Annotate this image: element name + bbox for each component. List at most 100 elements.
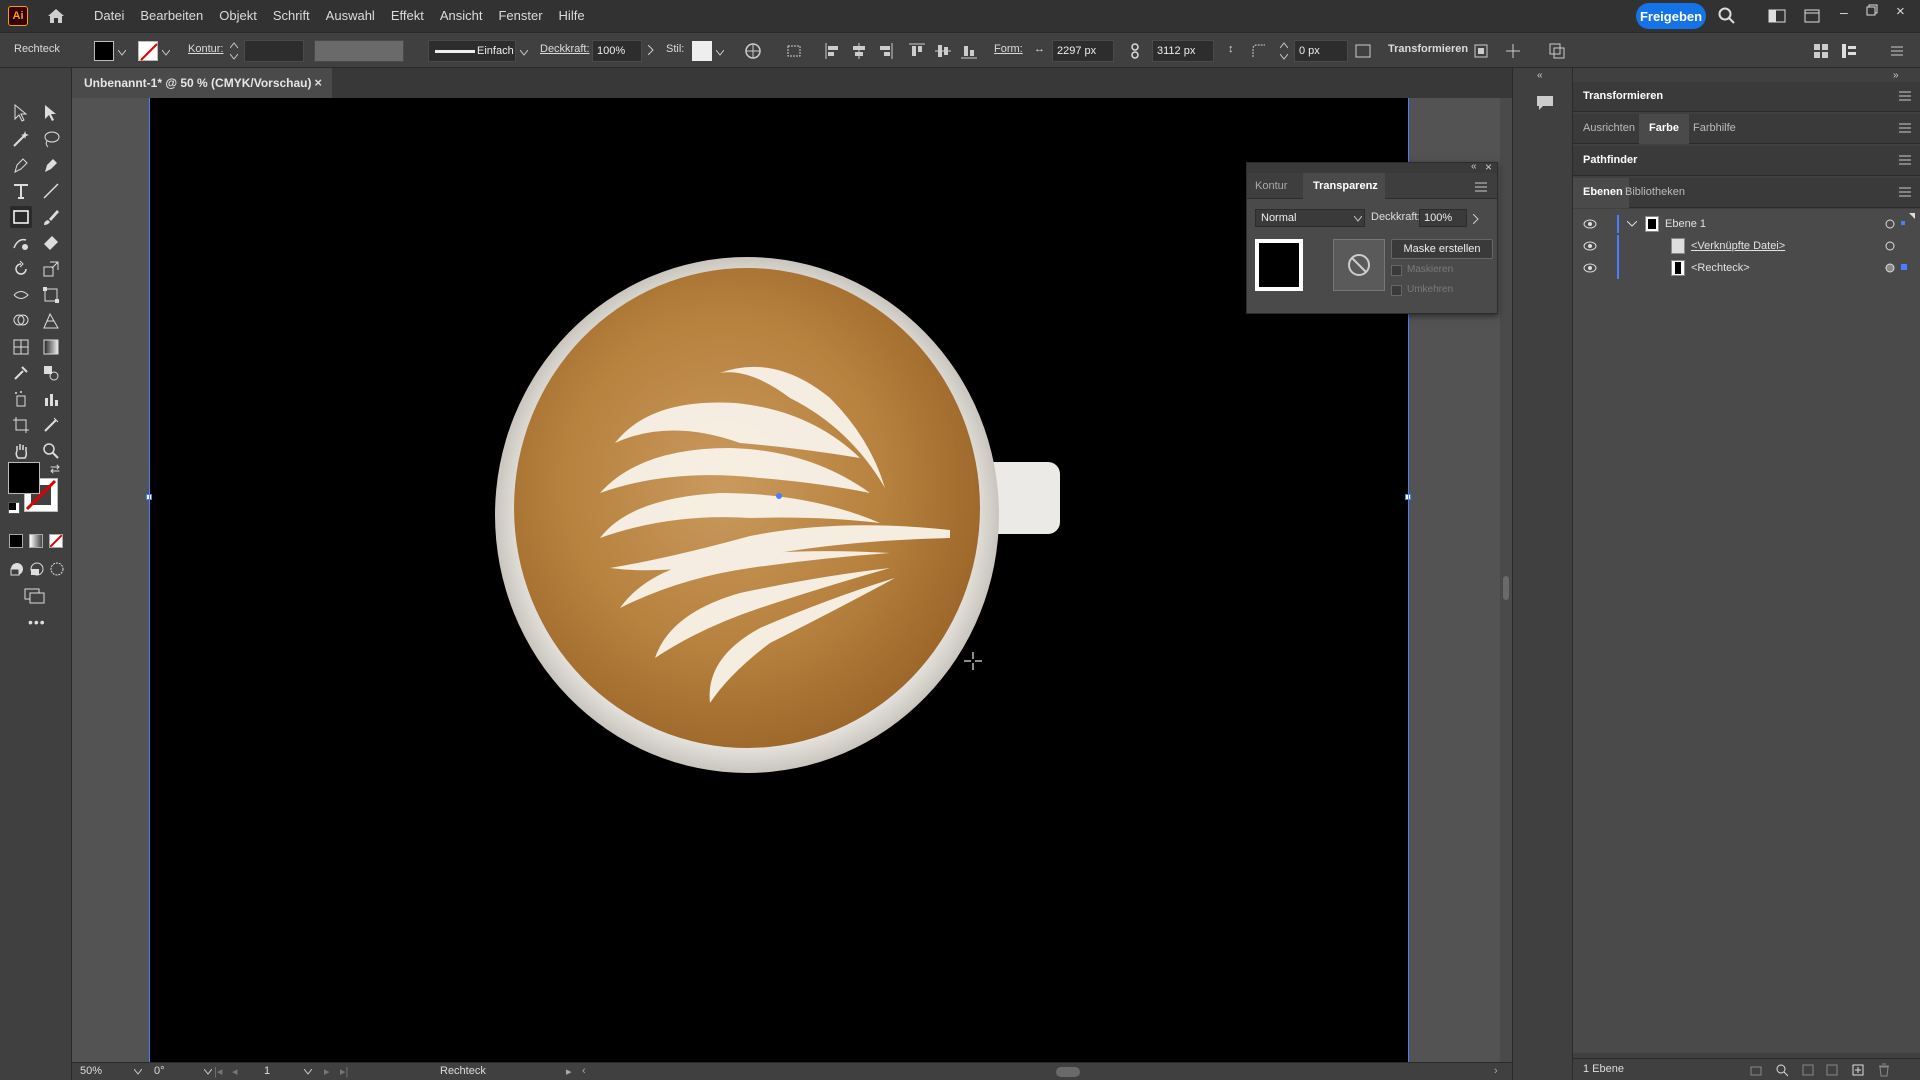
layer-row[interactable]: <Verknüpfte Datei> <box>1573 235 1920 257</box>
object-thumbnail[interactable] <box>1255 239 1303 291</box>
workspace-icon[interactable] <box>1768 9 1786 26</box>
transparency-opacity-input[interactable]: 100% <box>1419 209 1467 227</box>
free-transform-tool-icon[interactable] <box>40 284 62 306</box>
tab-transparenz-bg[interactable]: Transparenz <box>1303 173 1385 199</box>
search-icon[interactable] <box>1718 7 1736 28</box>
menu-fenster[interactable]: Fenster <box>490 0 550 32</box>
rotate-tool-icon[interactable] <box>10 258 32 280</box>
chevron-down-icon[interactable] <box>519 45 529 59</box>
brush-definition-select[interactable]: Einfach <box>428 40 516 62</box>
stepper-icon[interactable] <box>1279 42 1289 63</box>
edit-toolbar-icon[interactable]: ••• <box>28 614 46 630</box>
previous-artboard-icon[interactable]: ◂ <box>232 1065 238 1078</box>
symbol-sprayer-tool-icon[interactable] <box>10 388 32 410</box>
panel-layout-icon[interactable] <box>1812 42 1830 60</box>
tab-ausrichten[interactable]: Ausrichten <box>1583 122 1635 134</box>
layer-row[interactable]: <Rechteck> <box>1573 257 1920 279</box>
menu-datei[interactable]: Datei <box>86 0 132 32</box>
clip-checkbox[interactable] <box>1391 265 1402 276</box>
menu-effekt[interactable]: Effekt <box>383 0 432 32</box>
line-tool-icon[interactable] <box>40 180 62 202</box>
menu-ansicht[interactable]: Ansicht <box>432 0 491 32</box>
height-input[interactable]: 3112 px <box>1152 40 1214 62</box>
collapse-panel-icon[interactable]: « <box>1471 161 1477 172</box>
stroke-label[interactable]: Kontur: <box>188 43 223 55</box>
width-input[interactable]: 2297 px <box>1052 40 1114 62</box>
fill-color-box-front[interactable] <box>8 462 40 494</box>
scroll-right-icon[interactable]: › <box>1494 1065 1498 1077</box>
transform-button[interactable]: Transformieren <box>1388 43 1468 55</box>
vertical-scrollbar[interactable] <box>1500 98 1512 1062</box>
restore-icon[interactable] <box>1866 4 1878 19</box>
menu-bearbeiten[interactable]: Bearbeiten <box>132 0 211 32</box>
draw-behind-icon[interactable] <box>26 558 48 580</box>
layer-row[interactable]: Ebene 1 <box>1573 213 1920 235</box>
align-top-icon[interactable] <box>908 42 926 60</box>
shape-builder-tool-icon[interactable] <box>10 310 32 332</box>
close-panel-icon[interactable]: × <box>1485 160 1492 174</box>
menu-hilfe[interactable]: Hilfe <box>551 0 593 32</box>
panel-menu-icon[interactable] <box>1899 186 1913 198</box>
color-mode-icon[interactable] <box>9 534 23 548</box>
tab-ebenen-bg[interactable]: Ebenen <box>1573 178 1629 208</box>
mask-thumbnail[interactable] <box>1333 239 1385 291</box>
pathfinder-panel-header[interactable]: Pathfinder <box>1573 146 1920 176</box>
zoom-tool-icon[interactable] <box>40 440 62 462</box>
recolor-icon[interactable] <box>744 42 762 60</box>
tab-farbhilfe[interactable]: Farbhilfe <box>1693 122 1736 134</box>
make-mask-button[interactable]: Maske erstellen <box>1391 239 1493 259</box>
rotation-value[interactable]: 0° <box>154 1065 165 1077</box>
properties-toggle-icon[interactable] <box>1840 42 1858 60</box>
align-left-icon[interactable] <box>824 42 842 60</box>
curvature-tool-icon[interactable] <box>40 154 62 176</box>
distribute-icon[interactable] <box>1504 42 1522 60</box>
chevron-right-icon[interactable] <box>1472 213 1479 227</box>
scroll-left-icon[interactable]: ‹ <box>582 1065 586 1077</box>
panel-menu-icon[interactable] <box>1899 90 1913 102</box>
expand-panels-icon[interactable]: « <box>1537 70 1543 81</box>
fill-swatch[interactable] <box>94 41 114 61</box>
first-artboard-icon[interactable]: |◂ <box>214 1065 222 1078</box>
opacity-input[interactable]: 100% <box>592 40 642 62</box>
share-button[interactable]: Freigeben <box>1636 3 1706 29</box>
opacity-label[interactable]: Deckkraft: <box>540 43 590 55</box>
paintbrush-tool-icon[interactable] <box>40 206 62 228</box>
artboard-number[interactable]: 1 <box>264 1065 270 1077</box>
chevron-down-icon[interactable] <box>715 45 725 59</box>
stroke-weight-input[interactable] <box>244 40 304 62</box>
next-artboard-icon[interactable]: ▸ <box>324 1065 330 1078</box>
align-to-icon[interactable] <box>786 42 804 60</box>
panel-menu-icon[interactable] <box>1899 154 1913 166</box>
screen-mode-icon[interactable] <box>24 584 46 606</box>
artboard-tool-icon[interactable] <box>10 414 32 436</box>
width-tool-icon[interactable] <box>10 284 32 306</box>
corner-radius-input[interactable]: 0 px <box>1294 40 1348 62</box>
home-icon[interactable] <box>46 6 66 26</box>
draw-normal-icon[interactable] <box>6 558 28 580</box>
horizontal-scroll-thumb[interactable] <box>1056 1067 1080 1077</box>
magic-wand-tool-icon[interactable] <box>10 128 32 150</box>
transform-panel-header[interactable]: Transformieren <box>1573 82 1920 112</box>
corner-type-icon[interactable] <box>1250 42 1268 60</box>
menu-schrift[interactable]: Schrift <box>265 0 318 32</box>
last-artboard-icon[interactable]: ▸| <box>340 1065 348 1078</box>
panel-drag-bar[interactable] <box>1247 163 1497 173</box>
scale-tool-icon[interactable] <box>40 258 62 280</box>
type-tool-icon[interactable] <box>10 180 32 202</box>
column-graph-tool-icon[interactable] <box>40 388 62 410</box>
stepper-icon[interactable] <box>229 42 239 63</box>
zoom-level[interactable]: 50% <box>80 1065 102 1077</box>
panel-menu-icon[interactable] <box>1475 181 1487 195</box>
document-tab[interactable]: Unbenannt-1* @ 50 % (CMYK/Vorschau) × <box>72 68 332 98</box>
minimize-icon[interactable]: – <box>1840 4 1848 20</box>
vertical-scroll-thumb[interactable] <box>1503 576 1509 600</box>
recolor-options-icon[interactable] <box>1548 42 1566 60</box>
control-menu-icon[interactable] <box>1888 42 1906 60</box>
slice-tool-icon[interactable] <box>40 414 62 436</box>
tab-farbe-bg[interactable]: Farbe <box>1639 114 1689 144</box>
menu-auswahl[interactable]: Auswahl <box>318 0 383 32</box>
coffee-image[interactable] <box>150 98 1408 1062</box>
pen-tool-icon[interactable] <box>10 154 32 176</box>
shaper-tool-icon[interactable] <box>10 232 32 254</box>
chevron-down-icon[interactable] <box>117 45 127 59</box>
